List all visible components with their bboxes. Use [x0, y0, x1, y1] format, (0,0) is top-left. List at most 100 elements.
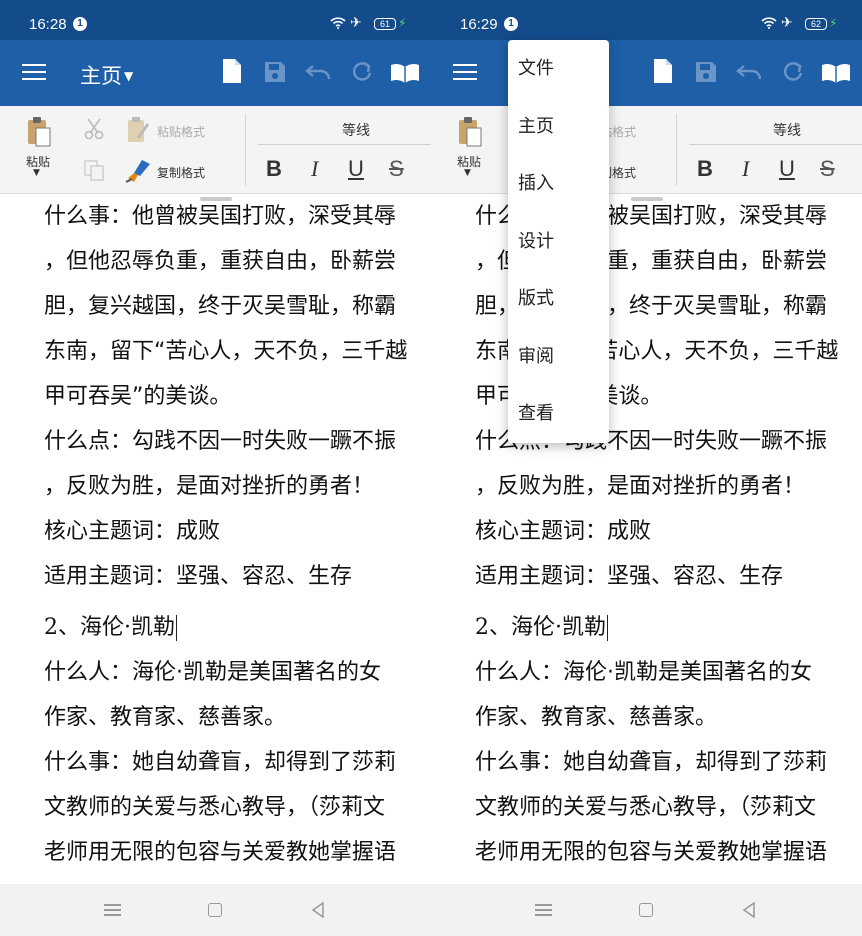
doc-heading: 2、海伦·凯勒 — [44, 613, 424, 658]
tab-selector-label: 主页 — [80, 64, 122, 88]
doc-line: 胆，复兴越国，终于灭吴雪耻，称霸 — [44, 294, 397, 319]
doc-line: 作家、教育家、慈善家。 — [475, 705, 718, 730]
doc-line: 适用主题词：坚强、容忍、生存 — [475, 564, 784, 589]
paste-format-icon[interactable] — [126, 116, 152, 144]
read-mode-icon[interactable] — [390, 62, 420, 84]
doc-line: ，但他忍辱负重，重获自由，卧薪尝 — [44, 249, 397, 274]
status-bar: 16:29 1 ✈ 62 ⚡ — [431, 0, 862, 40]
doc-line: 文教师的关爱与悉心教导，（莎莉文 — [475, 795, 817, 820]
battery-indicator: 61 — [374, 18, 396, 30]
tab-dropdown-menu: 文件 主页 插入 设计 版式 审阅 查看 — [508, 40, 609, 443]
menu-icon[interactable] — [22, 64, 46, 82]
tab-selector[interactable]: 主页 ▼ — [80, 60, 133, 90]
airplane-icon: ✈ — [781, 15, 793, 31]
menu-item-layout[interactable]: 版式 — [508, 270, 609, 328]
nav-recents-icon[interactable] — [104, 904, 121, 916]
font-underline — [258, 144, 431, 145]
menu-icon[interactable] — [453, 64, 477, 82]
new-file-icon[interactable] — [222, 58, 242, 84]
copy-icon[interactable] — [84, 160, 106, 182]
ribbon-collapse-handle[interactable] — [200, 197, 232, 201]
bold-button[interactable]: B — [697, 156, 713, 182]
app-toolbar — [431, 40, 862, 106]
menu-item-design[interactable]: 设计 — [508, 213, 609, 271]
new-file-icon[interactable] — [653, 58, 673, 84]
italic-button[interactable]: I — [742, 156, 749, 182]
text-cursor — [176, 615, 177, 641]
notification-badge: 1 — [504, 17, 518, 31]
menu-item-insert[interactable]: 插入 — [508, 155, 609, 213]
status-time: 16:29 — [460, 16, 498, 33]
doc-line: 老师用无限的包容与关爱教她掌握语 — [44, 840, 397, 865]
undo-icon[interactable] — [736, 62, 764, 82]
italic-button[interactable]: I — [311, 156, 318, 182]
system-nav-bar — [0, 884, 431, 936]
ribbon-collapse-handle[interactable] — [631, 197, 663, 201]
doc-line: 东南，留下“苦心人，天不负，三千越 — [44, 339, 408, 364]
doc-line: 什么点：勾践不因一时失败一蹶不振 — [44, 429, 397, 454]
doc-heading-text: 2、海伦·凯勒 — [475, 615, 606, 640]
redo-icon[interactable] — [350, 60, 374, 84]
airplane-icon: ✈ — [350, 15, 362, 31]
bold-button[interactable]: B — [266, 156, 282, 182]
doc-line: 什么人：海伦·凯勒是美国著名的女 — [44, 660, 381, 685]
caret-down-icon: ▼ — [124, 69, 134, 83]
nav-recents-icon[interactable] — [535, 904, 552, 916]
clipboard-icon[interactable] — [26, 116, 52, 148]
right-screenshot: 16:29 1 ✈ 62 ⚡ 粘贴 ▼ 粘贴格式 复制格式 等线 B I U S… — [431, 0, 862, 936]
doc-line: 适用主题词：坚强、容忍、生存 — [44, 564, 353, 589]
strikethrough-button[interactable]: S — [820, 156, 835, 182]
underline-button[interactable]: U — [779, 156, 795, 182]
system-nav-bar — [431, 884, 862, 936]
wifi-icon — [330, 17, 346, 29]
left-screenshot: 16:28 1 ✈ 61 ⚡ 主页 ▼ 粘贴 ▼ 粘贴格式 复制格式 等线 B I… — [0, 0, 431, 936]
wifi-icon — [761, 17, 777, 29]
paste-dropdown-arrow-icon[interactable]: ▼ — [464, 168, 471, 178]
app-toolbar: 主页 ▼ — [0, 40, 431, 106]
nav-home-icon[interactable] — [639, 903, 653, 917]
menu-item-review[interactable]: 审阅 — [508, 328, 609, 386]
menu-item-file[interactable]: 文件 — [508, 40, 609, 98]
doc-line: 什么事：他曾被吴国打败，深受其辱 — [44, 204, 397, 229]
doc-line: 作家、教育家、慈善家。 — [44, 705, 287, 730]
undo-icon[interactable] — [305, 62, 333, 82]
doc-line: ，反败为胜，是面对挫折的勇者！ — [44, 474, 375, 499]
clipboard-icon[interactable] — [457, 116, 483, 148]
save-icon[interactable] — [694, 60, 718, 84]
menu-item-view[interactable]: 查看 — [508, 385, 609, 443]
ribbon-home: 粘贴 ▼ 粘贴格式 复制格式 等线 B I U S — [0, 106, 431, 194]
save-icon[interactable] — [263, 60, 287, 84]
text-cursor — [607, 615, 608, 641]
menu-item-home[interactable]: 主页 — [508, 98, 609, 156]
doc-line: 老师用无限的包容与关爱教她掌握语 — [475, 840, 828, 865]
redo-icon[interactable] — [781, 60, 805, 84]
ribbon-divider — [676, 114, 677, 186]
nav-back-icon[interactable] — [311, 902, 325, 918]
format-painter-icon[interactable] — [124, 158, 152, 184]
underline-button[interactable]: U — [348, 156, 364, 182]
font-name-selector[interactable]: 等线 — [258, 120, 431, 140]
nav-back-icon[interactable] — [742, 902, 756, 918]
paste-format-label[interactable]: 粘贴格式 — [157, 123, 205, 140]
nav-home-icon[interactable] — [208, 903, 222, 917]
paste-dropdown-arrow-icon[interactable]: ▼ — [33, 168, 40, 178]
doc-line: ，反败为胜，是面对挫折的勇者！ — [475, 474, 806, 499]
doc-line: 甲可吞吴”的美谈。 — [44, 384, 232, 409]
font-name-selector[interactable]: 等线 — [689, 120, 862, 140]
read-mode-icon[interactable] — [821, 62, 851, 84]
ribbon-divider — [245, 114, 246, 186]
document-body[interactable]: 什么事：他曾被吴国打败，深受其辱 ，但他忍辱负重，重获自由，卧薪尝 胆，复兴越国… — [44, 202, 424, 883]
doc-line: 核心主题词：成败 — [44, 519, 221, 544]
doc-line: 核心主题词：成败 — [475, 519, 652, 544]
copy-format-label[interactable]: 复制格式 — [157, 164, 205, 181]
doc-line: 什么人：海伦·凯勒是美国著名的女 — [475, 660, 812, 685]
doc-line: 什么事：她自幼聋盲，却得到了莎莉 — [475, 750, 828, 775]
ribbon-home: 粘贴 ▼ 粘贴格式 复制格式 等线 B I U S — [431, 106, 862, 194]
strikethrough-button[interactable]: S — [389, 156, 404, 182]
charging-icon: ⚡ — [829, 16, 838, 30]
cut-icon[interactable] — [84, 118, 104, 140]
status-time: 16:28 — [29, 16, 67, 33]
battery-indicator: 62 — [805, 18, 827, 30]
doc-heading-text: 2、海伦·凯勒 — [44, 615, 175, 640]
status-bar: 16:28 1 ✈ 61 ⚡ — [0, 0, 431, 40]
